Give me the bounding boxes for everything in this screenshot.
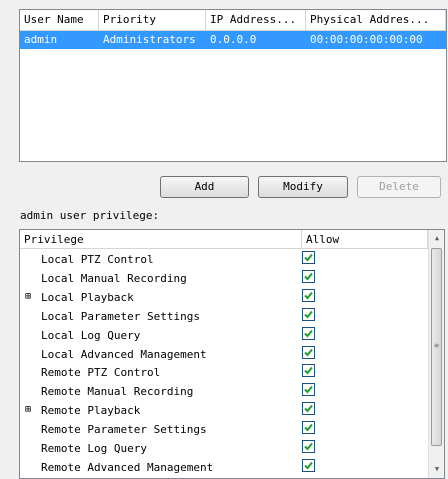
grip-icon: ≡: [434, 341, 439, 350]
column-header-priority[interactable]: Priority: [99, 10, 206, 30]
checkmark-icon: [304, 386, 313, 394]
delete-button[interactable]: Delete: [357, 176, 441, 198]
priority-cell: Administrators: [103, 33, 196, 46]
allow-checkbox[interactable]: [302, 440, 315, 453]
privilege-row[interactable]: Local Parameter Settings: [20, 306, 428, 325]
checkmark-icon: [304, 253, 313, 262]
scroll-down-icon[interactable]: ▼: [429, 461, 444, 478]
allow-checkbox[interactable]: [302, 345, 315, 359]
privilege-name: Remote Advanced Management: [41, 460, 214, 474]
checkmark-icon: [304, 291, 313, 300]
privilege-row[interactable]: Remote Parameter Settings: [20, 419, 428, 438]
privilege-row[interactable]: Local Log Query: [20, 325, 428, 344]
allow-checkbox[interactable]: [302, 402, 315, 416]
checkmark-icon: [304, 272, 313, 281]
privilege-list-header: Privilege Allow: [20, 230, 428, 249]
allow-checkbox[interactable]: [302, 364, 315, 378]
privilege-row[interactable]: ⊞ Remote Playback: [20, 400, 428, 419]
privilege-row[interactable]: Local PTZ Control: [20, 249, 428, 268]
allow-checkbox[interactable]: [302, 288, 315, 302]
privilege-name: Remote Parameter Settings: [41, 423, 207, 437]
allow-checkbox[interactable]: [302, 251, 315, 264]
allow-checkbox[interactable]: [302, 269, 315, 283]
allow-checkbox[interactable]: [302, 326, 315, 340]
scrollbar-thumb[interactable]: ≡: [431, 248, 442, 446]
modify-button[interactable]: Modify: [258, 176, 348, 198]
ip-address-cell: 0.0.0.0: [210, 33, 257, 46]
allow-checkbox[interactable]: [302, 421, 315, 435]
privilege-list[interactable]: Privilege Allow Local PTZ Control Local M…: [19, 229, 445, 479]
privilege-row[interactable]: Local Advanced Management: [20, 344, 428, 363]
checkmark-icon: [304, 442, 313, 451]
privilege-name: Local PTZ Control: [41, 253, 154, 266]
column-header-allow[interactable]: Allow: [302, 230, 428, 248]
checkmark-icon: [304, 405, 313, 413]
user-list-header: User Name Priority IP Address... Physica…: [20, 10, 446, 31]
expand-plus-icon[interactable]: ⊞: [25, 289, 31, 304]
privilege-row[interactable]: Remote Log Query: [20, 438, 428, 457]
privilege-name: Local Parameter Settings: [41, 309, 200, 323]
checkmark-icon: [304, 310, 313, 319]
allow-checkbox[interactable]: [302, 307, 315, 321]
allow-checkbox[interactable]: [302, 458, 315, 472]
scroll-up-icon[interactable]: ▲: [429, 230, 444, 247]
privilege-name: Remote PTZ Control: [41, 366, 161, 380]
expand-plus-icon[interactable]: ⊞: [25, 402, 31, 417]
privilege-name: Local Log Query: [41, 328, 141, 342]
privilege-name: Remote Playback: [41, 404, 141, 418]
checkmark-icon: [304, 461, 313, 470]
checkmark-icon: [304, 423, 313, 432]
checkmark-icon: [304, 367, 313, 375]
privilege-section-label: admin user privilege:: [20, 209, 160, 222]
privilege-name: Local Manual Recording: [41, 271, 187, 285]
privilege-row[interactable]: ⊞ Local Playback: [20, 287, 428, 306]
physical-address-cell: 00:00:00:00:00:00: [310, 33, 423, 46]
allow-checkbox[interactable]: [302, 383, 315, 397]
user-name-cell: admin: [24, 33, 58, 46]
column-header-physical-address[interactable]: Physical Addres...: [306, 10, 446, 30]
column-header-user-name[interactable]: User Name: [20, 10, 99, 30]
column-header-privilege[interactable]: Privilege: [20, 230, 302, 248]
privilege-row[interactable]: Remote PTZ Control: [20, 362, 428, 381]
user-row-selected[interactable]: admin Administrators 0.0.0.0 00:00:00:00…: [20, 31, 446, 49]
privilege-row[interactable]: Remote Advanced Management: [20, 457, 428, 476]
privilege-name: Local Playback: [41, 290, 134, 304]
privilege-name: Local Advanced Management: [41, 347, 207, 361]
add-button[interactable]: Add: [160, 176, 249, 198]
column-header-ip-address[interactable]: IP Address...: [206, 10, 306, 30]
user-list[interactable]: User Name Priority IP Address... Physica…: [19, 9, 447, 162]
privilege-name: Remote Log Query: [41, 442, 147, 455]
privilege-name: Remote Manual Recording: [41, 385, 194, 399]
checkmark-icon: [304, 348, 313, 356]
privilege-row[interactable]: Remote Manual Recording: [20, 381, 428, 400]
privilege-row[interactable]: Local Manual Recording: [20, 268, 428, 287]
vertical-scrollbar[interactable]: ▲ ≡ ▼: [428, 230, 444, 478]
checkmark-icon: [304, 329, 313, 338]
